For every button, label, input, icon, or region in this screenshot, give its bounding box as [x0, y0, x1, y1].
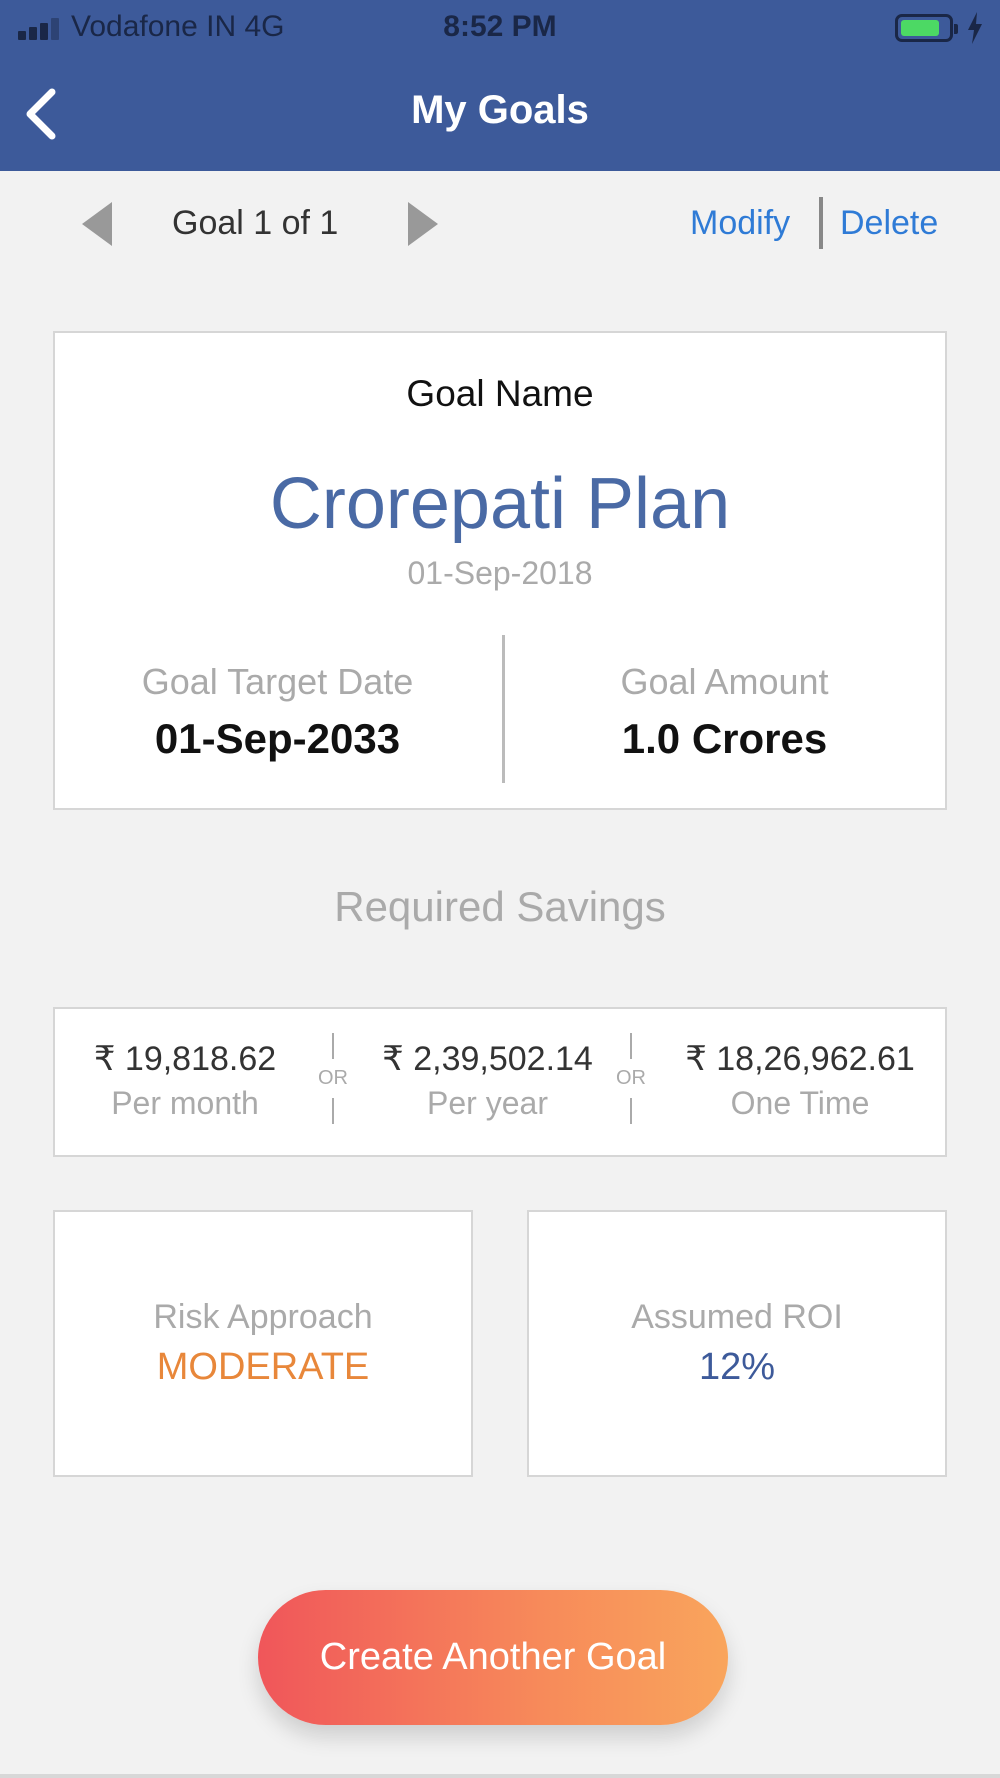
previous-goal-arrow-icon[interactable]: [82, 202, 112, 246]
target-date-block: Goal Target Date 01-Sep-2033: [57, 661, 498, 763]
goal-amount-label: Goal Amount: [620, 661, 829, 702]
assumed-roi-label: Assumed ROI: [631, 1298, 843, 1336]
savings-option-one-time: ₹ 18,26,962.61 One Time: [660, 1039, 940, 1122]
risk-approach-value: MODERATE: [156, 1346, 370, 1388]
savings-option-monthly: ₹ 19,818.62 Per month: [65, 1039, 305, 1122]
assumed-roi-value: 12%: [698, 1346, 776, 1388]
savings-amount: ₹ 2,39,502.14: [382, 1040, 593, 1078]
battery-icon: [895, 14, 958, 42]
goal-amount-block: Goal Amount 1.0 Crores: [504, 661, 945, 763]
or-label: OR: [616, 1067, 646, 1089]
goal-amount-value: 1.0 Crores: [621, 715, 828, 762]
savings-card: ₹ 19,818.62 Per month OR ₹ 2,39,502.14 P…: [53, 1007, 947, 1157]
modify-link[interactable]: Modify: [690, 204, 790, 243]
savings-period: One Time: [730, 1085, 870, 1121]
savings-period: Per month: [111, 1085, 259, 1121]
goal-card: Goal Name Crorepati Plan 01-Sep-2018 Goa…: [53, 331, 947, 810]
goal-counter: Goal 1 of 1: [172, 204, 339, 242]
savings-period: Per year: [427, 1085, 548, 1121]
goal-name: Crorepati Plan: [269, 464, 731, 544]
or-separator: OR: [313, 1033, 353, 1124]
clock: 8:52 PM: [443, 10, 557, 43]
status-bar: Vodafone IN 4G 8:52 PM: [0, 0, 1000, 56]
goal-start-date: 01-Sep-2018: [407, 555, 593, 591]
or-label: OR: [318, 1067, 348, 1089]
required-savings-title: Required Savings: [334, 883, 666, 930]
create-another-goal-button[interactable]: Create Another Goal: [258, 1590, 728, 1725]
goal-name-label: Goal Name: [406, 373, 594, 414]
next-goal-arrow-icon[interactable]: [408, 202, 438, 246]
savings-option-yearly: ₹ 2,39,502.14 Per year: [365, 1039, 610, 1122]
savings-amount: ₹ 19,818.62: [93, 1040, 277, 1078]
savings-amount: ₹ 18,26,962.61: [685, 1040, 915, 1078]
target-date-label: Goal Target Date: [141, 661, 414, 702]
risk-approach-card: Risk Approach MODERATE: [53, 1210, 473, 1477]
risk-approach-label: Risk Approach: [153, 1298, 373, 1336]
target-date-value: 01-Sep-2033: [154, 715, 401, 762]
delete-link[interactable]: Delete: [840, 204, 938, 243]
page-title: My Goals: [411, 88, 589, 132]
charging-bolt-icon: [968, 12, 982, 44]
link-divider: [819, 197, 823, 249]
assumed-roi-card: Assumed ROI 12%: [527, 1210, 947, 1477]
or-separator: OR: [611, 1033, 651, 1124]
app-header: Vodafone IN 4G 8:52 PM My Goals: [0, 0, 1000, 171]
bottom-divider: [0, 1774, 1000, 1778]
